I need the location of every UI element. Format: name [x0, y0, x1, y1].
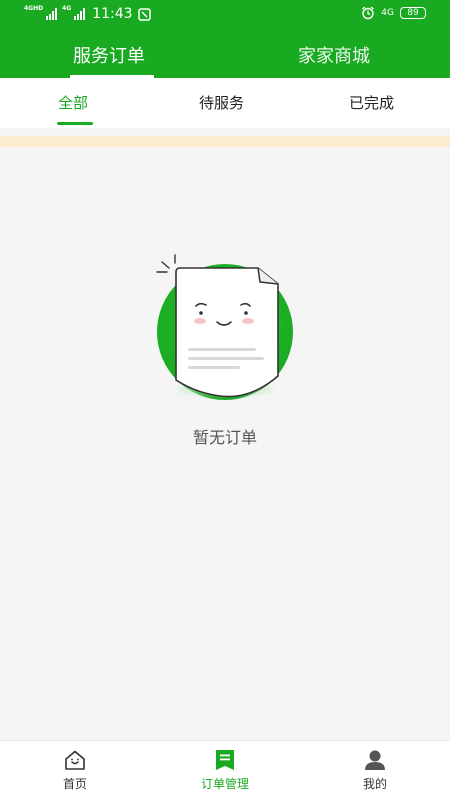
profile-icon	[365, 750, 385, 770]
filter-tab-pending[interactable]: 待服务	[199, 92, 244, 113]
status-bar: 4GHD 4G 11:43 4G 89	[0, 0, 450, 30]
tab-service-orders[interactable]: 服务订单	[73, 42, 145, 68]
notice-strip	[0, 136, 450, 147]
sad-document-icon	[150, 250, 300, 400]
empty-state-message: 暂无订单	[192, 428, 257, 447]
active-filter-indicator	[57, 122, 93, 125]
nfc-icon	[137, 7, 151, 21]
status-time: 11:43	[92, 6, 133, 22]
nav-order-management[interactable]: 订单管理	[150, 741, 300, 800]
nav-home[interactable]: 首页	[0, 741, 150, 800]
nav-profile[interactable]: 我的	[300, 741, 450, 800]
top-tab-bar: 服务订单 家家商城	[0, 30, 450, 78]
tab-home-mall[interactable]: 家家商城	[298, 42, 370, 68]
signal-icon	[46, 8, 58, 20]
filter-tab-all[interactable]: 全部	[58, 92, 88, 113]
nav-home-label: 首页	[62, 777, 87, 791]
battery-icon: 89	[400, 7, 426, 19]
alarm-icon	[362, 6, 375, 20]
network-type-label-2: 4G	[62, 4, 72, 12]
nav-profile-label: 我的	[362, 777, 387, 791]
home-icon	[65, 750, 85, 770]
nav-order-management-label: 订单管理	[200, 777, 249, 791]
signal-icon-2	[74, 8, 86, 20]
app-header: 4GHD 4G 11:43 4G 89 服务订单 家家商城	[0, 0, 450, 78]
bottom-nav: 首页 订单管理 我的	[0, 740, 450, 800]
order-filter-tabs: 全部 待服务 已完成	[0, 78, 450, 128]
order-list-icon	[216, 750, 234, 770]
network-type-label-3: 4G	[381, 8, 394, 18]
status-left: 4GHD 4G 11:43	[24, 4, 151, 22]
filter-tab-completed[interactable]: 已完成	[349, 92, 394, 113]
network-type-label: 4GHD	[24, 4, 44, 12]
status-right: 4G 89	[361, 6, 426, 20]
